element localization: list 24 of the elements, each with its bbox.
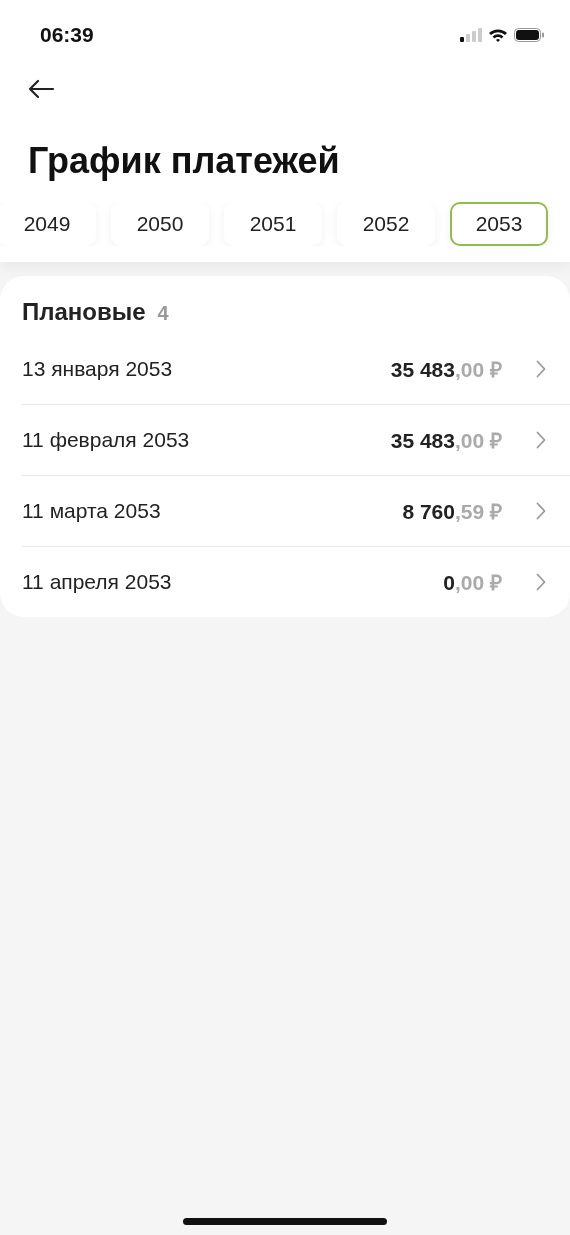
wifi-icon: [488, 28, 508, 42]
payment-amount: 35 483,00 ₽: [390, 357, 502, 383]
page-title: График платежей: [28, 140, 341, 182]
chevron-right-icon[interactable]: [536, 360, 546, 378]
year-tab[interactable]: 2053: [450, 202, 548, 246]
year-tab[interactable]: 2049: [0, 202, 96, 246]
payment-date: 11 марта 2053: [22, 499, 162, 523]
payment-amount: 8 760,59 ₽: [402, 499, 502, 525]
status-time: 06:39: [40, 23, 94, 47]
payment-amount: 35 483,00 ₽: [390, 428, 502, 454]
chevron-right-icon[interactable]: [536, 573, 546, 591]
section-title: Плановые: [22, 298, 146, 326]
section-count: 4: [157, 302, 169, 325]
payment-amount: 0,00 ₽: [443, 570, 502, 596]
signal-icon: [460, 28, 482, 42]
payment-date: 11 февраля 2053: [22, 428, 191, 452]
battery-icon: [514, 28, 544, 42]
chevron-right-icon[interactable]: [536, 502, 546, 520]
year-tab[interactable]: 2051: [224, 202, 322, 246]
chevron-right-icon[interactable]: [536, 431, 546, 449]
year-tab[interactable]: 2050: [111, 202, 209, 246]
year-tab[interactable]: 2052: [337, 202, 435, 246]
payment-date: 11 апреля 2053: [22, 570, 173, 594]
payment-date: 13 января 2053: [22, 357, 174, 381]
